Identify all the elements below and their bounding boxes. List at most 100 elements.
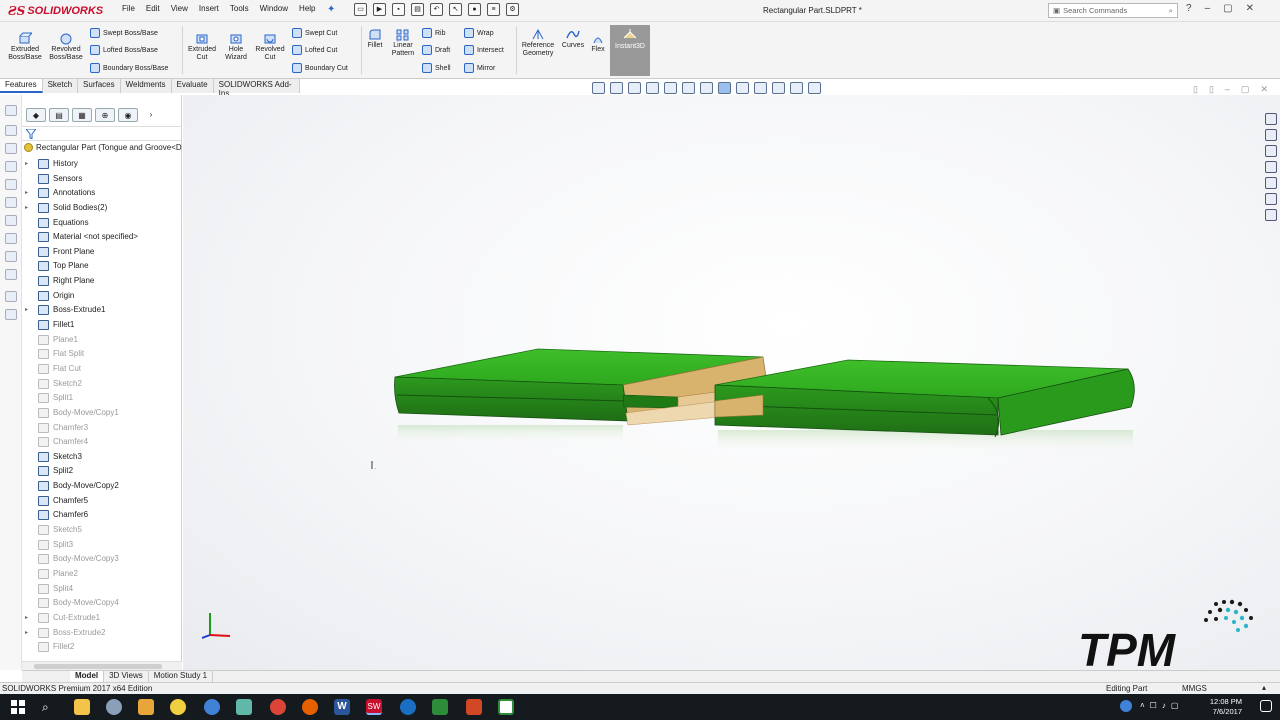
file-explorer-icon[interactable] — [1265, 145, 1277, 157]
expand-arrow-icon[interactable]: ▸ — [25, 186, 28, 200]
app-taskbar-icon[interactable] — [170, 699, 186, 715]
expand-arrow-icon[interactable]: ▸ — [25, 201, 28, 215]
tree-item[interactable]: Split2 — [22, 464, 182, 479]
help-icon[interactable]: ? — [1186, 3, 1192, 14]
tree-item[interactable]: Body-Move/Copy4 — [22, 596, 182, 611]
tab-features[interactable]: Features — [0, 79, 43, 93]
strip-tool-icon[interactable] — [5, 251, 17, 262]
viewport-split-icon[interactable]: ▯ — [1209, 84, 1214, 95]
configuration-manager-icon[interactable]: ▦ — [72, 108, 92, 122]
view-orientation-icon[interactable] — [682, 82, 695, 94]
custom-properties-icon[interactable] — [1265, 193, 1277, 205]
print-icon[interactable]: ▤ — [411, 3, 424, 16]
tray-app-icon[interactable] — [1120, 700, 1132, 712]
strip-tool-icon[interactable] — [5, 161, 17, 172]
menu-tools[interactable]: Tools — [230, 4, 249, 13]
strip-tool-icon[interactable] — [5, 197, 17, 208]
tree-item[interactable]: Sketch2 — [22, 377, 182, 392]
tree-item[interactable]: Chamfer3 — [22, 421, 182, 436]
tree-item[interactable]: Equations — [22, 216, 182, 231]
search-scope-icon[interactable]: ▣ — [1053, 6, 1060, 15]
tree-item[interactable]: Right Plane — [22, 274, 182, 289]
tab-surfaces[interactable]: Surfaces — [78, 79, 121, 93]
close-app-icon[interactable]: ✕ — [1246, 3, 1254, 14]
zoom-to-area-icon[interactable] — [610, 82, 623, 94]
strip-tool-icon[interactable] — [5, 215, 17, 226]
strip-tool-icon[interactable] — [5, 269, 17, 280]
strip-tool-icon[interactable] — [5, 233, 17, 244]
tree-item[interactable]: Fillet1 — [22, 318, 182, 333]
tree-item[interactable]: Chamfer5 — [22, 494, 182, 509]
tree-root-part[interactable]: Rectangular Part (Tongue and Groove<D — [24, 143, 182, 152]
tree-item[interactable]: ▸ Annotations — [22, 186, 182, 201]
menu-file[interactable]: File — [122, 4, 135, 13]
hp-taskbar-icon[interactable] — [400, 699, 416, 715]
wrap-button[interactable]: Wrap — [464, 28, 494, 38]
expand-arrow-icon[interactable]: ▸ — [25, 626, 28, 640]
previous-view-icon[interactable] — [628, 82, 641, 94]
powerpoint-taskbar-icon[interactable] — [466, 699, 482, 715]
select-icon[interactable]: ↖ — [449, 3, 462, 16]
right-body-with-groove[interactable] — [714, 359, 1135, 438]
strip-tool-icon[interactable] — [5, 309, 17, 320]
chrome-taskbar-icon[interactable] — [270, 699, 286, 715]
solidworks-logo[interactable]: ƧS SOLIDWORKS — [8, 2, 103, 20]
tree-item[interactable]: Chamfer6 — [22, 508, 182, 523]
tree-item[interactable]: Flat Split — [22, 347, 182, 362]
solidworks-taskbar-icon[interactable]: SW — [366, 699, 382, 715]
expand-arrow-icon[interactable]: ▸ — [25, 611, 28, 625]
search-input[interactable]: Search Commands — [1063, 6, 1127, 15]
strip-tool-icon[interactable] — [5, 125, 17, 136]
app-taskbar-icon[interactable] — [106, 699, 122, 715]
firefox-taskbar-icon[interactable] — [302, 699, 318, 715]
revolved-cut-button[interactable]: Revolved Cut — [254, 32, 286, 62]
apply-scene-icon[interactable] — [772, 82, 785, 94]
display-manager-icon[interactable]: ◉ — [118, 108, 138, 122]
linear-pattern-button[interactable]: Linear Pattern — [388, 28, 418, 58]
realview-icon[interactable] — [808, 82, 821, 94]
revolved-boss-button[interactable]: Revolved Boss/Base — [48, 32, 84, 62]
tree-item[interactable]: Front Plane — [22, 245, 182, 260]
edit-appearance-icon[interactable] — [754, 82, 767, 94]
tab-sketch[interactable]: Sketch — [42, 79, 79, 93]
taskbar-search-icon[interactable]: ⌕ — [42, 699, 58, 715]
filter-icon[interactable] — [24, 128, 38, 140]
rebuild-icon[interactable]: ● — [468, 3, 481, 16]
menu-view[interactable]: View — [171, 4, 188, 13]
tab-3d-views[interactable]: 3D Views — [104, 671, 149, 682]
tree-item[interactable]: ▸ Boss-Extrude2 — [22, 626, 182, 641]
tree-item[interactable]: ▸ Solid Bodies(2) — [22, 201, 182, 216]
tree-item[interactable]: Body-Move/Copy1 — [22, 406, 182, 421]
lofted-cut-button[interactable]: Lofted Cut — [292, 45, 337, 55]
curves-button[interactable]: Curves — [560, 28, 586, 50]
tree-filter-bar[interactable] — [22, 126, 182, 141]
forum-icon[interactable] — [1265, 209, 1277, 221]
scroll-thumb[interactable] — [34, 664, 162, 669]
tree-item[interactable]: Material <not specified> — [22, 230, 182, 245]
hole-wizard-button[interactable]: Hole Wizard — [220, 32, 252, 62]
tab-evaluate[interactable]: Evaluate — [171, 79, 214, 93]
rib-button[interactable]: Rib — [422, 28, 446, 38]
tree-horizontal-scrollbar[interactable] — [22, 661, 182, 670]
display-style-icon[interactable] — [700, 82, 713, 94]
save-icon[interactable]: ▪ — [392, 3, 405, 16]
restore-app-icon[interactable]: ▢ — [1223, 3, 1232, 14]
viewport-close-icon[interactable]: ✕ — [1260, 84, 1268, 95]
expand-arrow-icon[interactable]: ▸ — [25, 157, 28, 171]
search-icon[interactable]: ⌕ — [1169, 6, 1173, 16]
status-units[interactable]: MMGS — [1182, 684, 1207, 693]
shaded-view-icon[interactable] — [718, 82, 731, 94]
lofted-boss-button[interactable]: Lofted Boss/Base — [90, 45, 158, 55]
tab-motion-study[interactable]: Motion Study 1 — [149, 671, 214, 682]
tree-item[interactable]: Chamfer4 — [22, 435, 182, 450]
strip-tool-icon[interactable] — [5, 179, 17, 190]
minimize-app-icon[interactable]: – — [1205, 3, 1211, 14]
viewport-restore-icon[interactable]: ▢ — [1241, 84, 1250, 95]
word-taskbar-icon[interactable]: W — [334, 699, 350, 715]
file-explorer-taskbar-icon[interactable] — [74, 699, 90, 715]
mirror-button[interactable]: Mirror — [464, 63, 495, 73]
draft-button[interactable]: Draft — [422, 45, 450, 55]
intersect-button[interactable]: Intersect — [464, 45, 504, 55]
tree-item[interactable]: Plane2 — [22, 567, 182, 582]
menu-insert[interactable]: Insert — [199, 4, 219, 13]
